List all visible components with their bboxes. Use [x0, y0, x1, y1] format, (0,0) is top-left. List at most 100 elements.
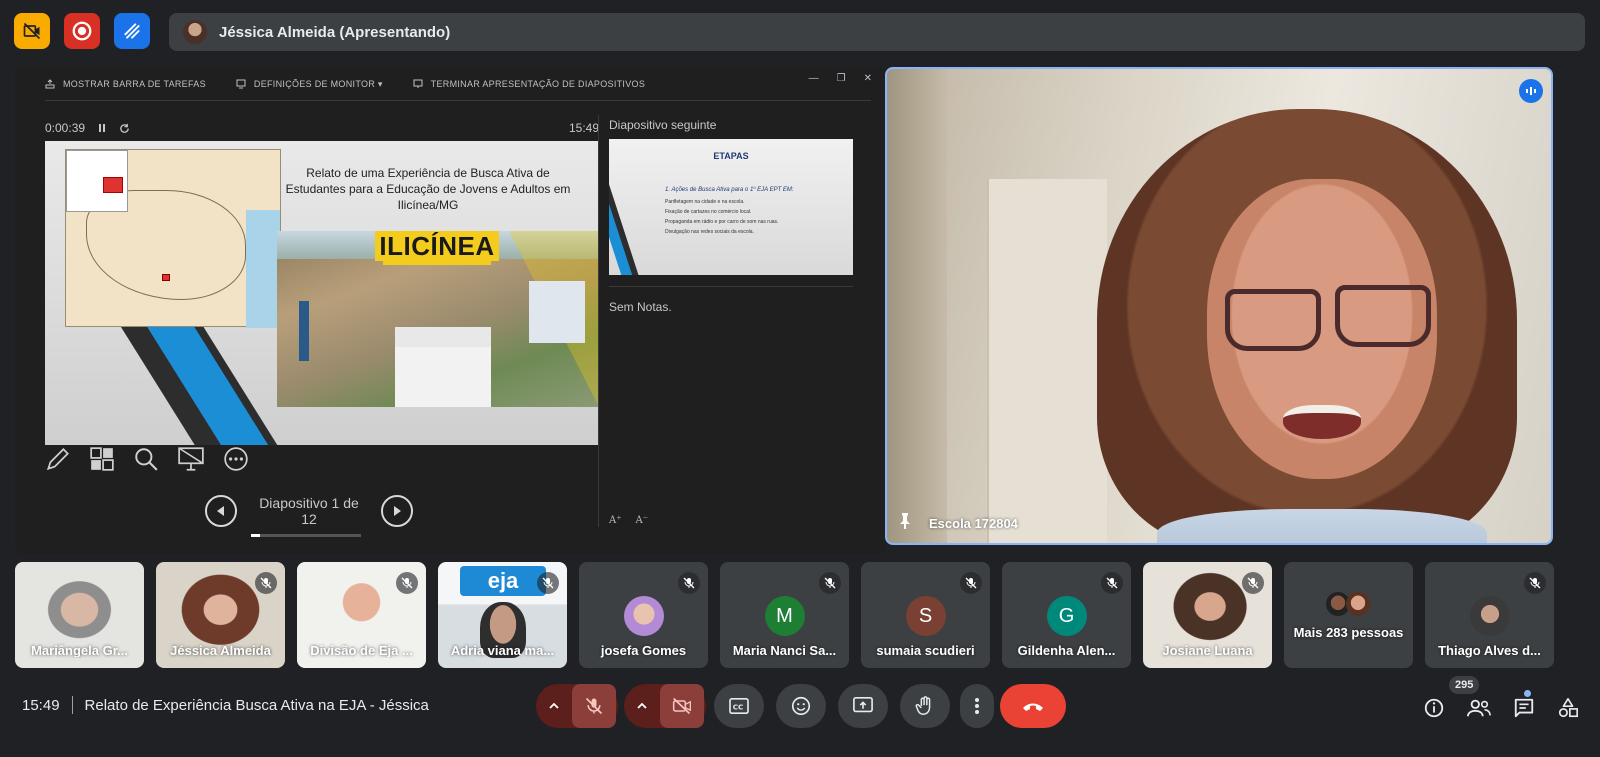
participant-tile[interactable]: Jéssica Almeida	[156, 562, 285, 668]
participant-tile[interactable]: G Gildenha Alen...	[1002, 562, 1131, 668]
presenter-name: Jéssica Almeida (Apresentando)	[219, 23, 451, 41]
participant-initial: G	[1046, 596, 1087, 636]
slide-progress-bar	[251, 534, 361, 537]
participant-tile[interactable]: eja Adria viana ma...	[438, 562, 567, 668]
speaker-person	[1097, 109, 1517, 543]
participant-name: Gildenha Alen...	[1017, 643, 1116, 658]
show-taskbar-button[interactable]: MOSTRAR BARRA DE TAREFAS	[45, 79, 206, 89]
end-slideshow-button[interactable]: TERMINAR APRESENTAÇÃO DE DIAPOSITIVOS	[413, 79, 645, 89]
captions-button[interactable]: CC	[714, 684, 764, 728]
participant-avatar	[623, 596, 664, 636]
end-slideshow-label: TERMINAR APRESENTAÇÃO DE DIAPOSITIVOS	[430, 79, 646, 89]
next-slide-button[interactable]	[381, 495, 413, 527]
recording-button[interactable]	[64, 13, 100, 49]
pause-icon[interactable]	[97, 123, 107, 133]
reactions-button[interactable]	[776, 684, 826, 728]
pen-scribble-icon	[124, 23, 140, 39]
next-slide-title: ETAPAS	[713, 151, 749, 161]
video-settings-button[interactable]	[624, 700, 660, 712]
monitor-settings-label: DEFINIÇÕES DE MONITOR ▾	[253, 78, 383, 89]
pin-icon[interactable]	[897, 512, 913, 533]
meeting-details-button[interactable]	[1420, 694, 1448, 722]
more-options-icon[interactable]	[223, 446, 249, 472]
participant-tile[interactable]: Mariângela Gr...	[15, 562, 144, 668]
presentation-clock: 15:49	[568, 121, 599, 135]
participant-tile[interactable]: Divisão de Eja ...	[297, 562, 426, 668]
speaker-shirt	[1157, 509, 1487, 543]
stop-camera-share-button[interactable]	[14, 13, 50, 49]
present-screen-button[interactable]	[838, 684, 888, 728]
participant-tile[interactable]: Thiago Alves d...	[1425, 562, 1554, 668]
participant-tile[interactable]: Josiane Luana	[1143, 562, 1272, 668]
city-logo: ILICÍNEA	[375, 231, 499, 261]
map-sea	[246, 210, 280, 328]
decrease-font-button[interactable]: A⁻	[636, 515, 649, 526]
muted-mic-icon	[255, 572, 277, 594]
participant-count-badge: 295	[1449, 676, 1480, 694]
emoji-icon	[791, 696, 811, 716]
pane-divider	[598, 115, 599, 527]
next-slide-label: Diapositivo seguinte	[609, 118, 717, 132]
mic-off-icon	[585, 697, 603, 715]
speaker-label: Escola 172804	[929, 516, 1018, 531]
participant-avatar	[1469, 596, 1510, 636]
participant-avatar	[1346, 592, 1370, 616]
more-options-button[interactable]	[960, 684, 994, 728]
svg-text:CC: CC	[733, 703, 744, 712]
raise-hand-button[interactable]	[900, 684, 950, 728]
presenter-banner: Jéssica Almeida (Apresentando)	[169, 13, 1585, 51]
speaker-glasses-left	[1225, 289, 1321, 351]
participant-name: Thiago Alves d...	[1438, 643, 1541, 658]
chat-icon	[1514, 698, 1534, 718]
participant-initial: M	[764, 596, 805, 636]
participant-name: Mariângela Gr...	[31, 643, 128, 658]
see-all-slides-icon[interactable]	[89, 446, 115, 472]
leave-call-button[interactable]	[1000, 684, 1066, 728]
people-button[interactable]	[1465, 694, 1493, 722]
pen-icon[interactable]	[45, 446, 71, 472]
active-speaker-video[interactable]: Escola 172804	[885, 67, 1553, 545]
whiteboard-button[interactable]	[114, 13, 150, 49]
monitor-settings-button[interactable]: DEFINIÇÕES DE MONITOR ▾	[236, 79, 383, 90]
slide-navigation: Diapositivo 1 de 12	[205, 495, 413, 537]
audio-settings-button[interactable]	[536, 700, 572, 712]
camera-off-icon	[672, 697, 691, 715]
camera-control	[624, 684, 706, 728]
video-door	[987, 179, 1107, 543]
info-separator	[71, 696, 73, 714]
black-screen-icon[interactable]	[177, 446, 205, 472]
city-logo-underline	[383, 259, 491, 265]
restore-icon[interactable]: ❐	[837, 73, 846, 84]
meeting-title: Relato de Experiência Busca Ativa na EJA…	[84, 696, 429, 714]
eja-banner: eja	[460, 566, 546, 596]
chat-button[interactable]	[1510, 694, 1538, 722]
current-slide: Relato de uma Experiência de Busca Ativa…	[45, 141, 599, 445]
more-participants-tile[interactable]: Mais 283 pessoas	[1284, 562, 1413, 668]
zoom-icon[interactable]	[133, 446, 159, 472]
slide-counter: Diapositivo 1 de 12	[251, 495, 367, 537]
mic-toggle-button[interactable]	[572, 684, 616, 728]
close-icon[interactable]: ✕	[864, 73, 872, 84]
camera-toggle-button[interactable]	[660, 684, 704, 728]
presenter-avatar	[183, 20, 207, 44]
restart-timer-icon[interactable]	[119, 123, 130, 134]
more-vert-icon	[975, 698, 979, 714]
triangle-left-icon	[217, 506, 224, 516]
notes-divider	[609, 286, 853, 287]
participant-name: Adria viana ma...	[450, 643, 555, 658]
previous-slide-button[interactable]	[205, 495, 237, 527]
next-slide-preview[interactable]: ETAPAS 1. Ações de Busca Ativa para o 1º…	[609, 139, 853, 275]
minimize-icon[interactable]: —	[809, 73, 819, 84]
participant-tile[interactable]: S sumaia scudieri	[861, 562, 990, 668]
participant-tile[interactable]: josefa Gomes	[579, 562, 708, 668]
activities-button[interactable]	[1554, 694, 1582, 722]
taskbar-icon	[45, 79, 55, 89]
speaker-notes: Sem Notas.	[609, 300, 672, 314]
brazil-mini-map	[66, 150, 128, 212]
participant-name: sumaia scudieri	[876, 643, 975, 658]
participant-tile[interactable]: M Maria Nanci Sa...	[720, 562, 849, 668]
meet-window: Jéssica Almeida (Apresentando) MOSTRAR B…	[0, 0, 1600, 757]
video-wall	[887, 69, 947, 543]
muted-mic-icon	[1101, 572, 1123, 594]
increase-font-button[interactable]: A⁺	[609, 515, 622, 526]
